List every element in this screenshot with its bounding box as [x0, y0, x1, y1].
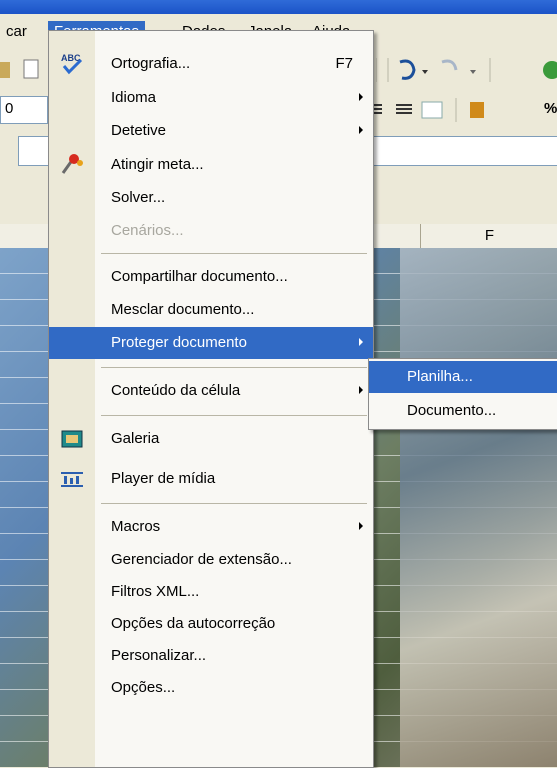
menu-item-galeria[interactable]: Galeria	[49, 423, 373, 455]
window-titlebar	[0, 0, 557, 14]
menu-separator	[101, 253, 367, 254]
align-icons[interactable]	[372, 96, 557, 124]
menu-item-label: Player de mídia	[111, 470, 216, 487]
gallery-icon	[61, 430, 83, 448]
menu-item-proteger-documento[interactable]: Proteger documento	[49, 327, 373, 359]
menu-item-label: Solver...	[111, 189, 166, 206]
menu-item-cenarios: Cenários...	[49, 215, 373, 247]
undo-redo-icons[interactable]	[376, 56, 557, 84]
paste-icon[interactable]	[0, 58, 40, 82]
menu-item-label: Atingir meta...	[111, 156, 204, 173]
menu-item-label: Opções da autocorreção	[111, 615, 276, 632]
column-header-label: F	[484, 227, 495, 244]
menu-item-label: Macros	[111, 518, 161, 535]
submenu-arrow-icon	[359, 386, 363, 394]
menu-item-gerenciador-de-extensao[interactable]: Gerenciador de extensão...	[49, 544, 373, 576]
submenu-arrow-icon	[359, 338, 363, 346]
protect-document-submenu: Planilha... Documento...	[368, 358, 557, 430]
menu-item-label: Compartilhar documento...	[111, 268, 288, 285]
menu-item-atingir-meta[interactable]: Atingir meta...	[49, 149, 373, 181]
menu-item-label: Gerenciador de extensão...	[111, 551, 292, 568]
menu-item-label: Ortografia...	[111, 55, 191, 72]
menu-item-player-de-midia[interactable]: Player de mídia	[49, 463, 373, 495]
menu-item-label: Cenários...	[111, 222, 184, 239]
spellcheck-icon: ABC	[61, 53, 83, 75]
menu-item-conteudo-da-celula[interactable]: Conteúdo da célula	[49, 375, 373, 407]
menu-item-opcoes-da-autocorrecao[interactable]: Opções da autocorreção	[49, 608, 373, 640]
menu-item-label: Proteger documento	[111, 334, 247, 351]
submenu-arrow-icon	[359, 93, 363, 101]
menu-item-filtros-xml[interactable]: Filtros XML...	[49, 576, 373, 608]
menu-item-idioma[interactable]: Idioma	[49, 82, 373, 114]
menu-separator	[101, 415, 367, 416]
background-image	[400, 248, 557, 767]
submenu-arrow-icon	[359, 126, 363, 134]
menu-item-compartilhar-documento[interactable]: Compartilhar documento...	[49, 261, 373, 293]
menu-item-mesclar-documento[interactable]: Mesclar documento...	[49, 294, 373, 326]
submenu-item-label: Documento...	[407, 402, 497, 419]
submenu-arrow-icon	[359, 522, 363, 530]
menu-item-label: Mesclar documento...	[111, 301, 255, 318]
submenu-item-documento[interactable]: Documento...	[369, 395, 557, 427]
percent-format-button[interactable]: %	[544, 100, 557, 117]
menu-item-label: Filtros XML...	[111, 583, 200, 600]
menu-item-detetive[interactable]: Detetive	[49, 115, 373, 147]
menu-item-macros[interactable]: Macros	[49, 511, 373, 543]
font-size-value: 0	[5, 100, 14, 117]
goal-seek-icon	[61, 154, 83, 174]
tools-menu: ABC Ortografia... F7 Idioma Detetive Ati…	[48, 30, 374, 768]
media-player-icon	[61, 472, 83, 487]
menu-item-label: Opções...	[111, 679, 176, 696]
shortcut-f7: F7	[335, 55, 353, 72]
submenu-item-planilha[interactable]: Planilha...	[369, 361, 557, 393]
menu-inserir[interactable]: car	[0, 21, 33, 42]
column-header-f[interactable]: F	[420, 224, 557, 248]
menu-item-opcoes[interactable]: Opções...	[49, 672, 373, 704]
menu-item-label: Detetive	[111, 122, 167, 139]
menu-item-label: Galeria	[111, 430, 160, 447]
menu-item-personalizar[interactable]: Personalizar...	[49, 640, 373, 672]
submenu-item-label: Planilha...	[407, 368, 473, 385]
menu-item-label: Personalizar...	[111, 647, 207, 664]
menu-item-label: Conteúdo da célula	[111, 382, 241, 399]
menu-item-label: Idioma	[111, 89, 157, 106]
menu-item-ortografia[interactable]: ABC Ortografia... F7	[49, 48, 373, 80]
menu-item-solver[interactable]: Solver...	[49, 182, 373, 214]
menu-separator	[101, 503, 367, 504]
font-size-field[interactable]: 0	[0, 96, 48, 124]
menu-separator	[101, 367, 367, 368]
